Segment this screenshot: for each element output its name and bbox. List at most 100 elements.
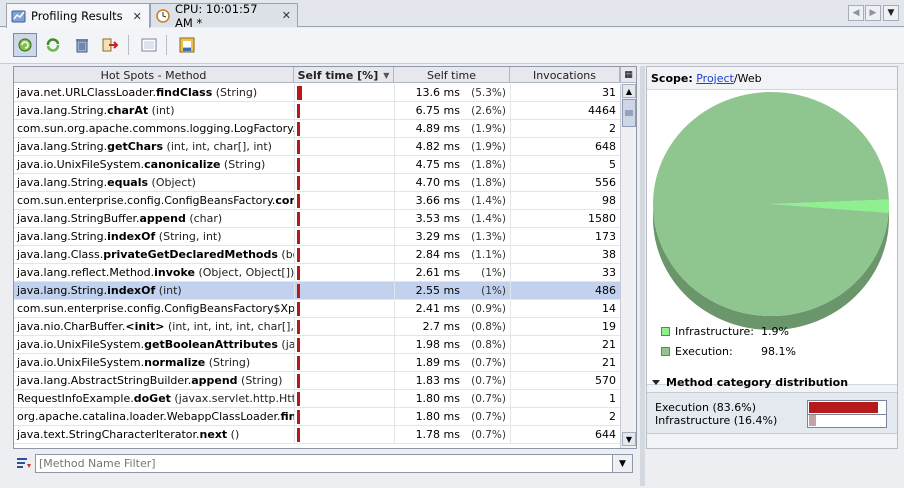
column-header-method[interactable]: Hot Spots - Method [14,67,294,83]
method-cell: java.io.UnixFileSystem.normalize (String… [14,356,294,369]
invocations-cell: 21 [510,335,620,354]
self-time-bar-cell [294,353,394,372]
self-time-value: 1.89 ms [415,356,460,369]
table-row[interactable]: java.lang.String.equals (Object) 4.70 ms (… [14,173,620,192]
method-name: equals [107,176,149,189]
scroll-up-icon[interactable]: ▲ [622,84,636,98]
scope-panel: Scope: Project/Web Infrastructure: 1.9% … [646,66,898,449]
legend-label: Execution: [675,345,733,358]
self-time-percent: (5.3%) [471,86,506,99]
vertical-scrollbar[interactable]: ▲ ▼ [620,84,636,448]
tab-cpu-snapshot[interactable]: CPU: 10:01:57 AM * ✕ [150,2,298,30]
table-row[interactable]: org.apache.catalina.loader.WebappClassLo… [14,407,620,426]
method-args: (String) [212,86,258,99]
table-row[interactable]: java.lang.reflect.Method.invoke (Object,… [14,263,620,282]
self-time-bar [297,157,300,172]
take-snapshot-button[interactable] [175,33,199,57]
tab-scroll-left-icon[interactable]: ◀ [848,5,864,21]
category-pie-chart[interactable] [647,92,897,332]
self-time-percent: (0.7%) [471,410,506,423]
save-snapshot-button[interactable] [137,33,161,57]
method-cell: com.sun.org.apache.commons.logging.LogFa… [14,122,294,135]
method-class: java.lang.StringBuffer. [17,212,140,225]
method-class: java.lang.String. [17,230,108,243]
method-name: charAt [107,104,149,117]
tab-scroll-right-icon[interactable]: ▶ [865,5,881,21]
table-row[interactable]: java.lang.String.indexOf (int) 2.55 ms (1%… [14,281,620,300]
table-row[interactable]: java.lang.StringBuffer.append (char) 3.53… [14,209,620,228]
method-class: java.io.UnixFileSystem. [17,338,145,351]
update-results-button[interactable] [13,33,37,57]
table-row[interactable]: java.nio.CharBuffer.<init> (int, int, in… [14,317,620,336]
method-class: java.lang.String. [17,140,108,153]
table-row[interactable]: java.lang.String.getChars (int, int, cha… [14,137,620,156]
invocations-cell: 38 [510,245,620,264]
self-time-percent: (1%) [481,266,506,279]
method-name-filter-input[interactable] [35,454,613,473]
table-row[interactable]: com.sun.enterprise.config.ConfigBeansFac… [14,299,620,318]
collapse-triangle-icon[interactable] [652,380,660,385]
self-time-cell: 3.66 ms (1.4%) [394,191,510,210]
table-row[interactable]: java.lang.AbstractStringBuilder.append (… [14,371,620,390]
self-time-percent: (0.9%) [471,302,506,315]
method-name: indexOf [107,284,156,297]
scrollbar-thumb[interactable] [622,99,636,127]
table-row[interactable]: java.io.UnixFileSystem.canonicalize (Str… [14,155,620,174]
self-time-bar [297,427,300,442]
table-row[interactable]: java.io.UnixFileSystem.normalize (String… [14,353,620,372]
method-class: java.lang.AbstractStringBuilder. [17,374,192,387]
method-cell: java.net.URLClassLoader.findClass (Strin… [14,86,294,99]
column-chooser-icon[interactable]: ▦ [620,67,636,83]
table-row[interactable]: java.lang.Class.privateGetDeclaredMethod… [14,245,620,264]
self-time-value: 2.61 ms [415,266,460,279]
method-class: java.lang.String. [17,284,108,297]
legend-swatch [661,327,670,336]
self-time-bar-cell [294,317,394,336]
self-time-value: 13.6 ms [415,86,460,99]
tab-list-dropdown-icon[interactable]: ▼ [883,5,899,21]
export-button[interactable] [98,33,122,57]
column-header-self-time-percent[interactable]: Self time [%] ▼ [294,67,394,83]
invocations-cell: 4464 [510,101,620,120]
invocations-cell: 19 [510,317,620,336]
table-row[interactable]: RequestInfoExample.doGet (javax.servlet.… [14,389,620,408]
auto-refresh-button[interactable] [41,33,65,57]
method-cell: java.text.StringCharacterIterator.next (… [14,428,294,441]
column-header-invocations[interactable]: Invocations [510,67,620,83]
grip-icon [625,110,633,116]
category-bar-chart [807,400,887,428]
table-row[interactable]: java.lang.String.charAt (int) 6.75 ms (2.6… [14,101,620,120]
toolbar-separator [166,35,167,55]
scroll-down-icon[interactable]: ▼ [622,432,636,446]
table-row[interactable]: java.text.StringCharacterIterator.next (… [14,425,620,444]
self-time-value: 1.80 ms [415,392,460,405]
column-header-self-time[interactable]: Self time [394,67,510,83]
self-time-value: 3.66 ms [415,194,460,207]
method-category-header[interactable]: Method category distribution [647,374,897,391]
self-time-bar [297,319,300,334]
table-row[interactable]: java.io.UnixFileSystem.getBooleanAttribu… [14,335,620,354]
method-args: (String, int) [155,230,222,243]
close-icon[interactable]: ✕ [133,10,142,23]
self-time-bar-cell [294,389,394,408]
method-cell: java.lang.reflect.Method.invoke (Object,… [14,266,294,279]
filter-icon[interactable] [16,456,32,472]
reset-results-button[interactable] [70,33,94,57]
panel-splitter[interactable] [640,66,645,486]
legend-value: 98.1% [761,345,796,358]
self-time-bar [297,139,300,154]
filter-type-dropdown-icon[interactable]: ▼ [613,454,633,473]
tab-profiling-results[interactable]: Profiling Results ✕ [6,3,150,28]
self-time-bar-cell [294,407,394,426]
scope-project-link[interactable]: Project [696,72,734,85]
method-class: com.sun.enterprise.config.ConfigBeansFac… [17,302,294,315]
self-time-bar-cell [294,227,394,246]
table-row[interactable]: com.sun.org.apache.commons.logging.LogFa… [14,119,620,138]
table-row[interactable]: com.sun.enterprise.config.ConfigBeansFac… [14,191,620,210]
table-row[interactable]: java.net.URLClassLoader.findClass (Strin… [14,83,620,102]
table-row[interactable]: java.lang.String.indexOf (String, int) 3.… [14,227,620,246]
method-class: java.lang.String. [17,104,108,117]
refresh-icon [18,38,32,52]
table-header: Hot Spots - Method Self time [%] ▼ Self … [14,67,620,83]
close-icon[interactable]: ✕ [282,9,291,22]
